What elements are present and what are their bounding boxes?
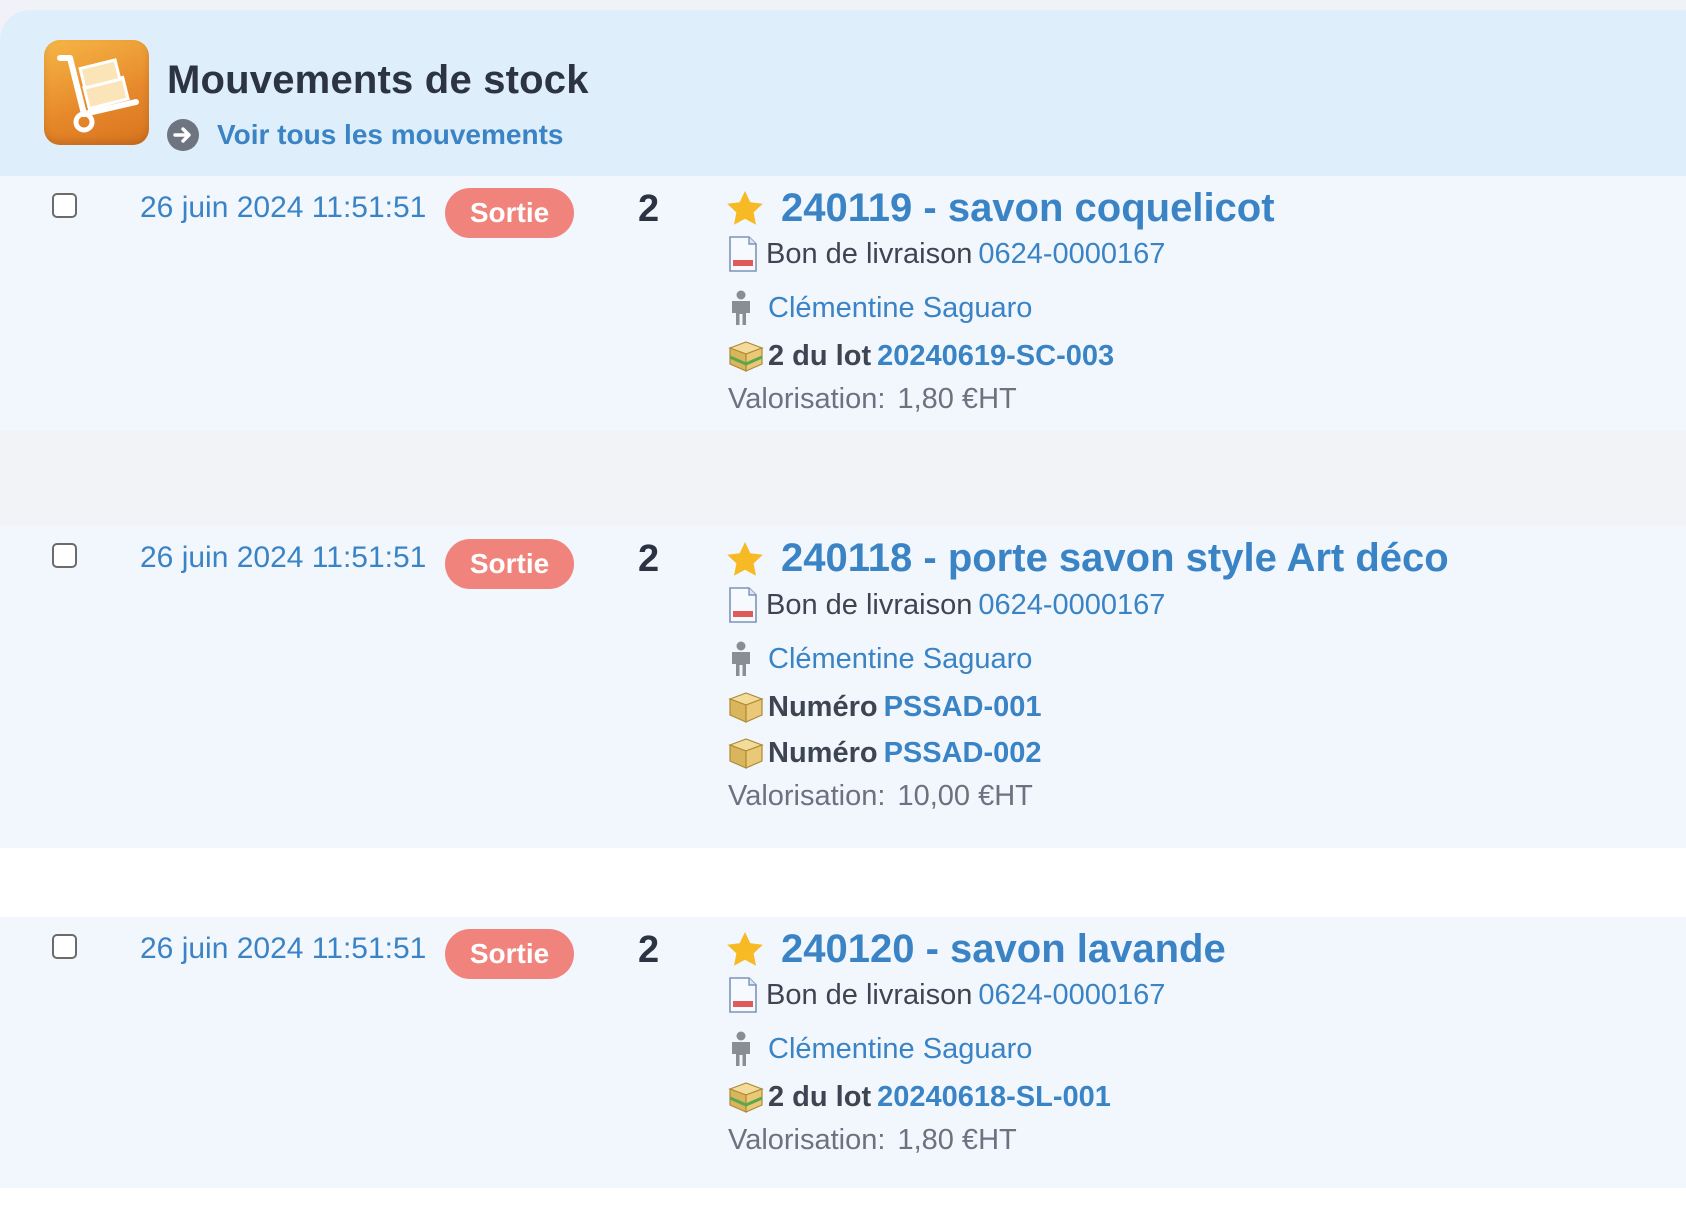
movement-type-badge: Sortie xyxy=(445,539,574,589)
serial-number-label: Numéro xyxy=(768,690,878,723)
see-all-movements-label: Voir tous les mouvements xyxy=(217,119,564,150)
product-link[interactable]: 240119 - savon coquelicot xyxy=(781,186,1275,231)
person-link[interactable]: Clémentine Saguaro xyxy=(768,643,1032,676)
row-separator xyxy=(0,848,1686,917)
person-link[interactable]: Clémentine Saguaro xyxy=(768,1033,1032,1066)
serial-number-link[interactable]: PSSAD-001 xyxy=(884,691,1042,724)
serial-number-line: Numéro PSSAD-001 xyxy=(728,687,1042,727)
movement-row: 26 juin 2024 11:51:51 Sortie 2 240120 - … xyxy=(0,917,1686,1188)
lot-label: 2 du lot xyxy=(768,1080,872,1113)
person-link[interactable]: Clémentine Saguaro xyxy=(768,292,1032,325)
lot-link[interactable]: 20240618-SL-001 xyxy=(877,1081,1111,1114)
movement-date-link[interactable]: 26 juin 2024 11:51:51 xyxy=(140,191,426,225)
page-title: Mouvements de stock xyxy=(167,58,589,102)
movement-quantity: 2 xyxy=(638,188,660,230)
delivery-note-label: Bon de livraison xyxy=(766,237,973,270)
valuation-line: Valorisation: 1,80 €HT xyxy=(728,1120,1017,1160)
document-icon xyxy=(729,587,757,623)
person-line: Clémentine Saguaro xyxy=(728,1029,1032,1069)
delivery-note-link[interactable]: 0624-0000167 xyxy=(978,589,1165,622)
delivery-note-line: Bon de livraison 0624-0000167 xyxy=(728,234,1165,274)
serial-number-link[interactable]: PSSAD-002 xyxy=(884,737,1042,770)
row-separator xyxy=(0,431,1686,526)
person-line: Clémentine Saguaro xyxy=(728,288,1032,328)
movement-type-badge: Sortie xyxy=(445,188,574,238)
lot-box-icon xyxy=(728,1082,764,1113)
valuation-line: Valorisation: 10,00 €HT xyxy=(728,776,1033,816)
box-icon xyxy=(728,692,764,723)
see-all-movements-link[interactable]: Voir tous les mouvements xyxy=(167,118,563,152)
movement-row: 26 juin 2024 11:51:51 Sortie 2 240119 - … xyxy=(0,176,1686,431)
valuation-value: 1,80 €HT xyxy=(897,1123,1017,1156)
movement-date-link[interactable]: 26 juin 2024 11:51:51 xyxy=(140,932,426,966)
arrow-right-circle-icon xyxy=(167,119,199,151)
person-icon xyxy=(732,290,750,325)
valuation-value: 1,80 €HT xyxy=(897,382,1017,415)
valuation-label: Valorisation: xyxy=(728,382,886,415)
delivery-note-line: Bon de livraison 0624-0000167 xyxy=(728,585,1165,625)
row-checkbox[interactable] xyxy=(52,934,77,959)
hand-truck-icon xyxy=(44,40,149,145)
movement-row: 26 juin 2024 11:51:51 Sortie 2 240118 - … xyxy=(0,526,1686,848)
star-icon xyxy=(727,542,763,576)
valuation-label: Valorisation: xyxy=(728,1123,886,1156)
delivery-note-link[interactable]: 0624-0000167 xyxy=(978,238,1165,271)
document-icon xyxy=(729,977,757,1013)
row-checkbox[interactable] xyxy=(52,543,77,568)
delivery-note-line: Bon de livraison 0624-0000167 xyxy=(728,975,1165,1015)
movement-quantity: 2 xyxy=(638,929,660,971)
star-icon xyxy=(727,191,763,225)
document-icon xyxy=(729,236,757,272)
serial-number-label: Numéro xyxy=(768,736,878,769)
serial-number-line: Numéro PSSAD-002 xyxy=(728,733,1042,773)
movement-quantity: 2 xyxy=(638,538,660,580)
delivery-note-label: Bon de livraison xyxy=(766,978,973,1011)
valuation-value: 10,00 €HT xyxy=(897,779,1033,812)
delivery-note-label: Bon de livraison xyxy=(766,588,973,621)
lot-line: 2 du lot 20240619-SC-003 xyxy=(728,336,1114,376)
valuation-line: Valorisation: 1,80 €HT xyxy=(728,379,1017,419)
person-icon xyxy=(732,641,750,676)
product-link[interactable]: 240118 - porte savon style Art déco xyxy=(781,536,1449,581)
row-checkbox[interactable] xyxy=(52,193,77,218)
person-line: Clémentine Saguaro xyxy=(728,639,1032,679)
lot-line: 2 du lot 20240618-SL-001 xyxy=(728,1077,1111,1117)
box-icon xyxy=(728,738,764,769)
star-icon xyxy=(727,932,763,966)
panel-header: Mouvements de stock Voir tous les mouvem… xyxy=(0,10,1686,176)
valuation-label: Valorisation: xyxy=(728,779,886,812)
lot-box-icon xyxy=(728,341,764,372)
movement-type-badge: Sortie xyxy=(445,929,574,979)
product-link[interactable]: 240120 - savon lavande xyxy=(781,927,1226,972)
delivery-note-link[interactable]: 0624-0000167 xyxy=(978,979,1165,1012)
stock-movements-panel: Mouvements de stock Voir tous les mouvem… xyxy=(0,10,1686,1208)
person-icon xyxy=(732,1031,750,1066)
lot-label: 2 du lot xyxy=(768,339,872,372)
lot-link[interactable]: 20240619-SC-003 xyxy=(877,340,1114,373)
movement-date-link[interactable]: 26 juin 2024 11:51:51 xyxy=(140,541,426,575)
